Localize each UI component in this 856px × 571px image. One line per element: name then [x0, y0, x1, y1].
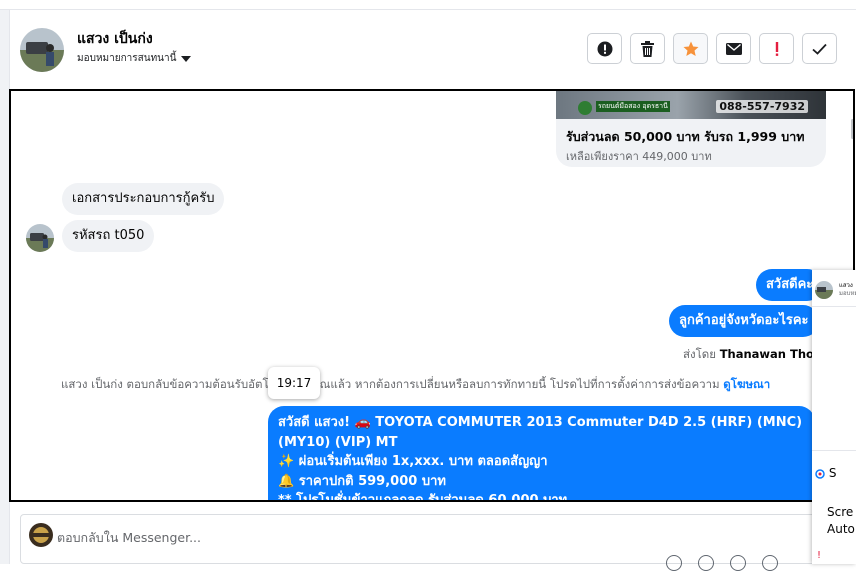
composer-actions: [666, 555, 778, 571]
ad-card[interactable]: รถยนต์มือสอง อุดรธานี 088-557-7932 รับส่…: [556, 91, 826, 167]
promo-line: สวัสดี แสวง! 🚗 TOYOTA COMMUTER 2013 Comm…: [278, 415, 803, 450]
tag-icon: [815, 468, 825, 479]
contact-name[interactable]: แสวง เป็นก่ง: [77, 28, 153, 50]
trash-icon: [641, 40, 654, 57]
caret-down-icon: [181, 55, 192, 62]
view-ad-link[interactable]: ดูโฆษณา: [723, 377, 770, 391]
incoming-message[interactable]: รหัสรถ t050: [62, 220, 155, 252]
reply-composer: [20, 514, 820, 571]
side-panel-text: Scre: [827, 505, 854, 519]
promo-line: 🔔 ราคาปกติ 599,000 บาท: [278, 473, 446, 489]
side-panel-subtitle: มอบหมาย: [839, 290, 856, 297]
gif-icon[interactable]: [762, 555, 778, 571]
side-panel-row-label: S: [828, 466, 837, 480]
assign-label: มอบหมายการสนทนานี้: [77, 53, 177, 64]
auto-reply-notice: แสวง เป็นก่ง ตอบกลับข้อความต้อนรับอัตโนม…: [61, 376, 770, 394]
side-panel-avatar: [815, 281, 833, 299]
sent-by-label: ส่งโดย: [683, 347, 717, 361]
mark-unread-button[interactable]: [716, 33, 751, 64]
sent-by-line: ส่งโดย Thanawan Thon: [683, 346, 822, 364]
assign-conversation-dropdown[interactable]: มอบหมายการสนทนานี้: [77, 51, 192, 66]
reply-input[interactable]: [57, 527, 757, 547]
check-icon: [812, 43, 827, 55]
mail-icon: [725, 42, 742, 55]
follow-up-button[interactable]: [673, 33, 708, 64]
ad-card-subtitle: เหลือเพียงราคา 449,000 บาท: [566, 150, 712, 163]
side-panel-text: Auto: [827, 522, 855, 536]
image-icon[interactable]: [730, 555, 746, 571]
side-popup-panel[interactable]: แสวง มอบหมาย S Scre Auto !: [812, 270, 856, 564]
star-icon: [683, 41, 698, 56]
emoji-icon[interactable]: [666, 555, 682, 571]
mark-spam-button[interactable]: [587, 33, 622, 64]
message-thread[interactable]: รถยนต์มือสอง อุดรธานี 088-557-7932 รับส่…: [9, 89, 855, 502]
contact-avatar[interactable]: [20, 28, 64, 72]
ad-card-brand: รถยนต์มือสอง อุดรธานี: [596, 101, 670, 112]
side-panel-divider: [812, 450, 856, 451]
side-panel-header: แสวง มอบหมาย: [812, 270, 856, 307]
ad-card-image: รถยนต์มือสอง อุดรธานี 088-557-7932: [556, 91, 826, 119]
conversation-toolbar: [587, 33, 837, 64]
sent-by-name: Thanawan Thon: [719, 347, 823, 361]
mark-done-button[interactable]: [802, 33, 837, 64]
promo-line: ✨ ผ่อนเริ่มต้นเพียง 1x,xxx. บาท ตลอดสัญญ…: [278, 454, 548, 469]
timestamp-tooltip: 19:17: [268, 367, 320, 399]
notice-text: แสวง เป็นก่ง ตอบกลับข้อความต้อนรับอัตโนม…: [61, 377, 720, 391]
delete-button[interactable]: [630, 33, 665, 64]
thread-scrollbar[interactable]: [851, 119, 853, 139]
top-border: [0, 0, 856, 10]
ad-card-title: รับส่วนลด 50,000 บาท รับรถ 1,999 บาท: [566, 129, 805, 144]
incoming-message[interactable]: เอกสารประกอบการกู้ครับ: [62, 183, 225, 215]
side-panel-row[interactable]: S: [815, 466, 836, 480]
attachment-icon[interactable]: [698, 555, 714, 571]
page-avatar: [29, 523, 53, 547]
sender-avatar[interactable]: [26, 224, 54, 252]
priority-button[interactable]: [759, 33, 794, 64]
promo-line: ** โปรโมชั่นข้าวแถลกลด รับส่วนลด 60,000 …: [278, 493, 568, 502]
conversation-header: แสวง เป็นก่ง มอบหมายการสนทนานี้: [10, 10, 856, 88]
side-panel-warning: !: [817, 550, 822, 561]
alert-icon: [597, 41, 612, 56]
exclamation-icon: [775, 41, 778, 56]
ad-card-phone: 088-557-7932: [716, 100, 808, 113]
outgoing-message[interactable]: ลูกค้าอยู่จังหวัดอะไรคะ: [669, 305, 819, 337]
outgoing-promo-message[interactable]: สวัสดี แสวง! 🚗 TOYOTA COMMUTER 2013 Comm…: [268, 406, 815, 502]
dealer-logo-icon: [578, 101, 592, 115]
